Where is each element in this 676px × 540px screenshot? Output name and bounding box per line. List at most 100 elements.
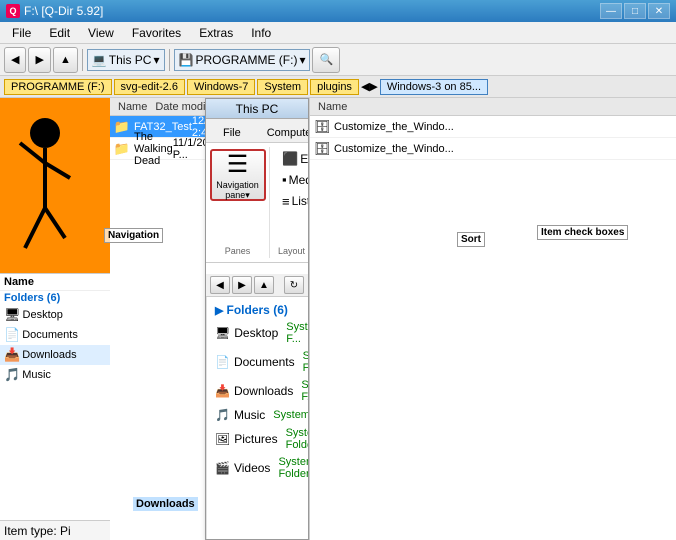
layout-icons: ⬛ Extra large icons ⬛ Large icons ▪: [278, 149, 309, 212]
inner-refresh-btn[interactable]: ↻: [284, 276, 304, 294]
separator-1: [82, 49, 83, 71]
folder-pictures[interactable]: 🖼 Pictures System Folder: [211, 425, 308, 453]
menu-favorites[interactable]: Favorites: [124, 24, 189, 42]
breadcrumb-plugins[interactable]: plugins: [310, 79, 359, 95]
videos-folder-type: System Folder: [278, 456, 308, 480]
right-name-header: Name: [314, 101, 351, 113]
right-name-0: Customize_the_Windo...: [334, 121, 672, 133]
pictures-folder-type: System Folder: [286, 427, 308, 451]
menu-view[interactable]: View: [80, 24, 122, 42]
music-label: Music: [22, 369, 51, 381]
desktop-folder-type: System F...: [286, 321, 308, 345]
ribbon-tabs: File Computer View: [206, 119, 308, 143]
breadcrumb-system[interactable]: System: [257, 79, 308, 95]
music-folder-icon: 🎵: [215, 408, 230, 422]
folder-icon-1: 📁: [114, 141, 130, 157]
folders-section: ▶ Folders (6) 🖥 Desktop System F... 📄 Do…: [207, 297, 308, 539]
up-button[interactable]: ▲: [53, 47, 78, 73]
downloads-label: Downloads: [22, 349, 76, 361]
inner-back-btn[interactable]: ◀: [210, 276, 230, 294]
extra-large-icons-btn[interactable]: ⬛ Extra large icons: [278, 149, 309, 169]
folder-downloads[interactable]: 📥 Downloads System F...: [211, 377, 308, 405]
left-folder-downloads[interactable]: 📥 Downloads: [0, 345, 110, 365]
ribbon-titlebar: This PC: [206, 99, 308, 119]
left-folder-music[interactable]: 🎵 Music: [0, 365, 110, 385]
documents-icon: 📄: [4, 327, 20, 343]
stickman-left-area: Item type: Pi Name Folders (6) 🖥 Desktop…: [0, 98, 110, 540]
breadcrumb-bar: PROGRAMME (F:) svg-edit-2.6 Windows-7 Sy…: [0, 76, 676, 98]
layout-group-label: Layout: [278, 246, 305, 256]
list-label: List: [292, 194, 309, 208]
music-folder-name: Music: [234, 408, 265, 422]
ribbon-title: This PC: [236, 102, 279, 116]
tab-computer[interactable]: Computer: [254, 123, 309, 142]
extra-large-label: Extra large icons: [300, 152, 309, 166]
minimize-button[interactable]: —: [600, 3, 622, 19]
nav-pane-label: Navigationpane▾: [216, 181, 259, 201]
left-folder-desktop[interactable]: 🖥 Desktop: [0, 305, 110, 325]
pictures-folder-icon: 🖼: [215, 432, 230, 446]
medium-icons-btn[interactable]: ▪ Medium icons: [278, 170, 309, 189]
list-btn[interactable]: ≡ List: [278, 190, 309, 212]
breadcrumb-windows3[interactable]: Windows-3 on 85...: [380, 79, 488, 95]
overlay-ribbon-window: This PC File Computer View ☰ Navigationp…: [205, 98, 309, 540]
name-column-header: Name: [114, 101, 151, 113]
title-bar: Q F:\ [Q-Dir 5.92] — □ ✕: [0, 0, 676, 22]
right-table-row-0[interactable]: 🗄 Customize_the_Windo...: [310, 116, 676, 138]
downloads-folder-name: Downloads: [234, 384, 293, 398]
right-table-row-1[interactable]: 🗄 Customize_the_Windo...: [310, 138, 676, 160]
back-button[interactable]: ◀: [4, 47, 26, 73]
this-pc-content: 💻 This PC 👤 Administrator (celeron 👤 Adm…: [206, 297, 308, 539]
menu-bar: File Edit View Favorites Extras Info: [0, 22, 676, 44]
inner-up-btn[interactable]: ▲: [254, 276, 274, 294]
desktop-folder-icon: 🖥: [215, 326, 230, 340]
panes-group: ☰ Navigationpane▾ Panes: [210, 147, 270, 258]
menu-info[interactable]: Info: [243, 24, 279, 42]
folder-icon-0: 📁: [114, 119, 130, 135]
item-type-text: Item type: Pi: [4, 524, 71, 538]
search-button[interactable]: 🔍: [312, 47, 340, 73]
tab-file[interactable]: File: [210, 123, 254, 142]
documents-folder-name: Documents: [234, 355, 295, 369]
desktop-icon: 🖥: [4, 307, 21, 323]
documents-label: Documents: [22, 329, 78, 341]
menu-extras[interactable]: Extras: [191, 24, 241, 42]
drive-dropdown[interactable]: 💾 PROGRAMME (F:) ▾: [174, 49, 311, 71]
menu-file[interactable]: File: [4, 24, 39, 42]
folder-desktop[interactable]: 🖥 Desktop System F...: [211, 319, 308, 347]
left-folder-documents[interactable]: 📄 Documents: [0, 325, 110, 345]
desktop-folder-name: Desktop: [234, 326, 278, 340]
folder-music[interactable]: 🎵 Music System F...: [211, 406, 308, 424]
right-icon-1: 🗄: [314, 141, 330, 157]
menu-edit[interactable]: Edit: [41, 24, 78, 42]
documents-folder-type: System F...: [303, 350, 308, 374]
toolbar: ◀ ▶ ▲ 💻 This PC ▾ 💾 PROGRAMME (F:) ▾ 🔍: [0, 44, 676, 76]
breadcrumb-svgedit[interactable]: svg-edit-2.6: [114, 79, 185, 95]
this-pc-icon: 💻: [92, 53, 107, 67]
separator-2: [169, 49, 170, 71]
this-pc-label: This PC: [109, 53, 152, 67]
inner-forward-btn[interactable]: ▶: [232, 276, 252, 294]
right-file-panel: Name 🗄 Customize_the_Windo... 🗄 Customiz…: [310, 98, 676, 540]
folder-documents[interactable]: 📄 Documents System F...: [211, 348, 308, 376]
music-folder-type: System F...: [273, 409, 308, 421]
file-name-1: The Walking Dead: [134, 131, 173, 167]
downloads-folder-icon: 📥: [215, 384, 230, 398]
drive-arrow: ▾: [299, 53, 305, 67]
this-pc-dropdown[interactable]: 💻 This PC ▾: [87, 49, 165, 71]
right-icon-0: 🗄: [314, 119, 330, 135]
breadcrumb-programme[interactable]: PROGRAMME (F:): [4, 79, 112, 95]
extra-large-icon: ⬛: [282, 151, 298, 167]
navigation-pane-button[interactable]: ☰ Navigationpane▾: [210, 149, 266, 201]
folder-videos[interactable]: 🎬 Videos System Folder: [211, 454, 308, 482]
documents-folder-icon: 📄: [215, 355, 230, 369]
forward-button[interactable]: ▶: [28, 47, 50, 73]
maximize-button[interactable]: □: [624, 3, 646, 19]
dropdown-arrow: ▾: [153, 53, 159, 67]
left-folders-title: Folders (6): [0, 291, 110, 305]
breadcrumb-windows7[interactable]: Windows-7: [187, 79, 255, 95]
desktop-label: Desktop: [23, 309, 63, 321]
item-type-bar: Item type: Pi: [0, 520, 110, 540]
close-button[interactable]: ✕: [648, 3, 670, 19]
medium-icon: ▪: [282, 172, 287, 187]
